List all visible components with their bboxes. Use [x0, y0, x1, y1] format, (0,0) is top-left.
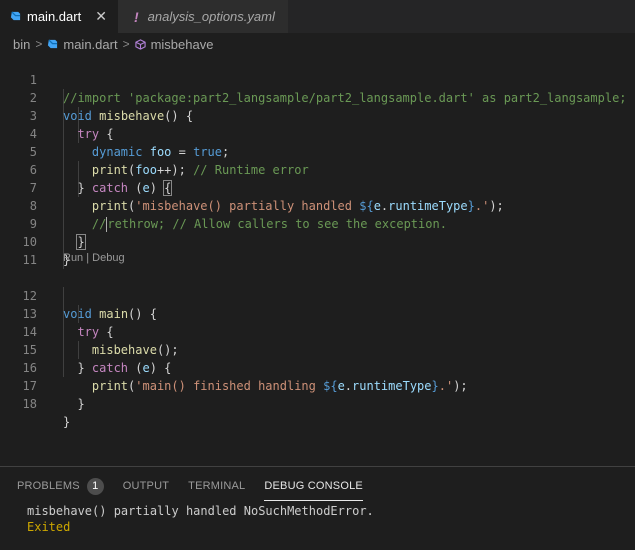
- tab-label: main.dart: [27, 9, 82, 24]
- code-line: 9 }: [0, 197, 635, 250]
- code-line: 15 } catch (e) {: [0, 323, 635, 375]
- tab-terminal[interactable]: TERMINAL: [188, 479, 245, 503]
- code-lens: Run | Debug: [63, 252, 125, 264]
- run-link[interactable]: Run: [63, 252, 83, 264]
- tab-main-dart[interactable]: main.dart ✕: [0, 0, 118, 33]
- code-line: 10 }: [0, 215, 635, 267]
- breadcrumb: bin > main.dart > misbehave: [0, 33, 635, 55]
- tab-analysis-options[interactable]: ! analysis_options.yaml: [118, 0, 288, 33]
- bottom-panel: PROBLEMS 1 OUTPUT TERMINAL DEBUG CONSOLE…: [0, 466, 635, 550]
- code-line: 4 dynamic foo = true;: [0, 107, 635, 159]
- dart-icon: [48, 38, 58, 48]
- line-number: 18: [22, 397, 37, 411]
- panel-tabs: PROBLEMS 1 OUTPUT TERMINAL DEBUG CONSOLE: [17, 478, 382, 503]
- code-text: }: [63, 397, 85, 411]
- code-lens-separator: |: [86, 252, 90, 264]
- console-status-line: Exited: [27, 520, 71, 534]
- tab-debug-console[interactable]: DEBUG CONSOLE: [264, 479, 363, 501]
- code-line: 3 try {: [0, 89, 635, 141]
- warning-exclamation-icon: !: [134, 8, 139, 25]
- method-cube-icon: [134, 38, 146, 50]
- code-line: 1 //import 'package:part2_langsample/par…: [0, 53, 635, 105]
- code-line: 8 //rethrow; // Allow callers to see the…: [0, 179, 635, 232]
- code-line: 14 misbehave();: [0, 305, 635, 357]
- close-icon[interactable]: ✕: [95, 8, 107, 25]
- problems-count-badge: 1: [86, 478, 104, 495]
- dart-icon: [10, 11, 21, 21]
- tab-label: analysis_options.yaml: [147, 9, 275, 24]
- breadcrumb-file[interactable]: main.dart: [63, 37, 117, 52]
- breadcrumb-symbol[interactable]: misbehave: [151, 37, 214, 52]
- tab-output[interactable]: OUTPUT: [123, 479, 169, 503]
- code-line: 12 void main() {: [0, 269, 635, 321]
- debug-console-output[interactable]: misbehave() partially handled NoSuchMeth…: [27, 503, 374, 535]
- code-editor[interactable]: 1 //import 'package:part2_langsample/par…: [0, 53, 635, 465]
- code-line: 11: [0, 233, 635, 267]
- tab-label: PROBLEMS: [17, 480, 80, 492]
- code-line: 18 }: [0, 377, 635, 429]
- debug-link[interactable]: Debug: [92, 252, 124, 264]
- code-line: 5 print(foo++); // Runtime error: [0, 125, 635, 177]
- chevron-right-icon: >: [122, 37, 130, 51]
- code-text: }: [63, 415, 71, 429]
- code-line: 16 print('main() finished handling ${e.r…: [0, 341, 635, 393]
- tab-problems[interactable]: PROBLEMS 1: [17, 478, 104, 503]
- tab-label: OUTPUT: [122, 480, 170, 492]
- code-line: 17 }: [0, 359, 635, 411]
- editor-tab-bar: main.dart ✕ ! analysis_options.yaml: [0, 0, 635, 33]
- code-line: 6 } catch (e) {: [0, 143, 635, 196]
- tab-label: DEBUG CONSOLE: [264, 480, 363, 492]
- code-line: 2 void misbehave() {: [0, 71, 635, 123]
- console-line: misbehave() partially handled NoSuchMeth…: [27, 504, 374, 518]
- code-line: 7 print('misbehave() partially handled $…: [0, 161, 635, 213]
- breadcrumb-folder[interactable]: bin: [13, 37, 30, 52]
- chevron-right-icon: >: [35, 37, 43, 51]
- line-number: 11: [22, 253, 37, 267]
- code-line: 13 try {: [0, 287, 635, 339]
- tab-label: TERMINAL: [188, 480, 246, 492]
